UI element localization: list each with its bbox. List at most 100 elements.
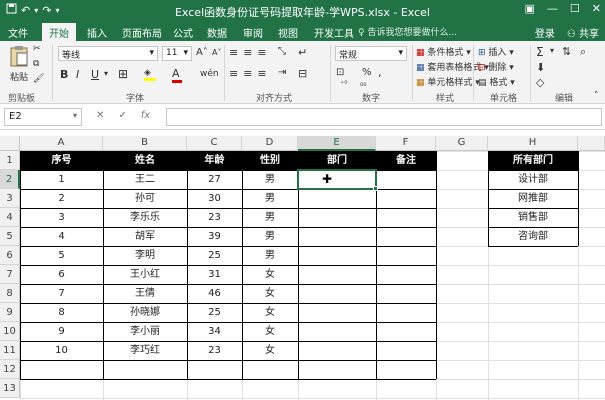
orientation-icon[interactable]: ⤡ (278, 46, 286, 57)
table-cell[interactable] (298, 265, 376, 284)
table-cell[interactable]: 女 (242, 303, 298, 322)
formula-input[interactable] (166, 108, 602, 126)
table-header-cell[interactable]: 年龄 (187, 151, 242, 170)
row-header-3[interactable]: 3 (0, 189, 20, 208)
column-header-h[interactable]: H (488, 136, 578, 151)
bold-button[interactable]: B (60, 68, 68, 81)
table-cell[interactable]: 8 (20, 303, 103, 322)
table-cell[interactable]: 女 (242, 322, 298, 341)
table-header-cell[interactable]: 序号 (20, 151, 103, 170)
table-cell[interactable]: 男 (242, 246, 298, 265)
tab-formulas[interactable]: 公式 (173, 25, 193, 40)
maximize-button[interactable]: ☐ (570, 2, 580, 15)
column-header-d[interactable]: D (242, 136, 298, 151)
tell-me-box[interactable]: ♀ 告诉我您想要做什么... (358, 25, 457, 38)
row-header-4[interactable]: 4 (0, 208, 20, 227)
table-cell[interactable] (376, 227, 436, 246)
increase-decimal-icon[interactable]: ⁺⁰ (340, 79, 347, 88)
table-cell[interactable]: 孙晓娜 (103, 303, 187, 322)
column-header-f[interactable]: F (376, 136, 436, 151)
table-cell[interactable] (376, 341, 436, 360)
font-size-combo[interactable]: 11 ▾ (162, 46, 192, 61)
department-item-cell[interactable]: 销售部 (488, 208, 578, 227)
select-all-corner[interactable] (0, 136, 20, 151)
horizontal-align-icons[interactable]: ≡≡≡ (229, 67, 272, 80)
vertical-align-icons[interactable]: ≡≡≡ (229, 46, 272, 59)
table-cell[interactable] (298, 208, 376, 227)
find-select-icon[interactable]: ⌕ (580, 45, 586, 59)
autosum-button[interactable]: Σ (536, 45, 544, 59)
table-cell[interactable]: 9 (20, 322, 103, 341)
tab-page-layout[interactable]: 页面布局 (122, 25, 162, 40)
table-cell[interactable]: 男 (242, 227, 298, 246)
table-cell[interactable]: 李乐乐 (103, 208, 187, 227)
row-header-2[interactable]: 2 (0, 170, 20, 189)
row-header-9[interactable]: 9 (0, 303, 20, 322)
department-item-cell[interactable]: 网推部 (488, 189, 578, 208)
table-cell[interactable] (298, 284, 376, 303)
table-cell[interactable]: 女 (242, 341, 298, 360)
table-cell[interactable]: 孙可 (103, 189, 187, 208)
row-header-6[interactable]: 6 (0, 246, 20, 265)
name-box[interactable]: E2 ▾ (4, 108, 82, 126)
autosum-dropdown-icon[interactable]: ▾ (550, 46, 554, 55)
table-cell[interactable]: 李巧红 (103, 341, 187, 360)
fill-color-button[interactable]: ◈ (144, 68, 156, 81)
delete-cells-button[interactable]: ⊟ 删除 ▾ (478, 60, 514, 73)
currency-icon[interactable]: ⊡ (336, 67, 344, 78)
table-cell[interactable]: 7 (20, 284, 103, 303)
table-cell[interactable]: 男 (242, 208, 298, 227)
row-header-11[interactable]: 11 (0, 341, 20, 360)
table-cell[interactable]: 23 (187, 208, 242, 227)
table-cell[interactable]: 31 (187, 265, 242, 284)
table-cell[interactable]: 女 (242, 284, 298, 303)
table-cell[interactable] (376, 284, 436, 303)
phonetic-button[interactable]: wén (200, 69, 219, 79)
table-cell[interactable] (376, 246, 436, 265)
minimize-button[interactable]: — (547, 2, 558, 15)
table-cell[interactable]: 5 (20, 246, 103, 265)
table-cell[interactable] (376, 303, 436, 322)
cut-icon[interactable]: ✂ (33, 44, 41, 54)
sort-filter-icon[interactable]: ⇅ (562, 45, 571, 58)
table-cell[interactable] (298, 189, 376, 208)
table-cell[interactable] (376, 170, 436, 189)
merge-center-icon[interactable]: ⊟ (298, 67, 307, 80)
column-header-c[interactable]: C (187, 136, 242, 151)
table-cell[interactable]: 23 (187, 341, 242, 360)
font-name-combo[interactable]: 等线 ▾ (58, 46, 158, 61)
insert-cells-button[interactable]: ⊞ 插入 ▾ (478, 45, 514, 58)
department-item-cell[interactable]: 咨询部 (488, 227, 578, 246)
insert-function-icon[interactable]: fx (141, 110, 150, 121)
tab-review[interactable]: 审阅 (243, 25, 263, 40)
table-cell[interactable]: 李明 (103, 246, 187, 265)
comma-style-button[interactable]: , (378, 66, 382, 79)
grow-font-button[interactable]: A˄ (196, 47, 208, 58)
fill-handle[interactable] (373, 186, 378, 191)
table-cell[interactable]: 10 (20, 341, 103, 360)
font-color-button[interactable]: A (172, 67, 182, 83)
table-cell[interactable]: 男 (242, 189, 298, 208)
table-cell[interactable]: 女 (242, 265, 298, 284)
table-cell[interactable]: 2 (20, 189, 103, 208)
table-cell[interactable]: 3 (20, 208, 103, 227)
row-header-13[interactable]: 13 (0, 379, 20, 398)
tab-insert[interactable]: 插入 (87, 25, 107, 40)
row-header-1[interactable]: 1 (0, 151, 20, 170)
login-link[interactable]: 登录 (535, 25, 555, 40)
table-cell[interactable]: 25 (187, 246, 242, 265)
copy-icon[interactable]: ⧉ (33, 59, 39, 69)
department-item-cell[interactable]: 设计部 (488, 170, 578, 189)
collapse-ribbon-icon[interactable]: ˄ (594, 91, 599, 101)
row-header-5[interactable]: 5 (0, 227, 20, 246)
close-button[interactable]: ✕ (592, 2, 601, 15)
underline-button[interactable]: U (91, 68, 99, 81)
underline-dropdown-icon[interactable]: ▾ (104, 69, 108, 78)
table-cell[interactable] (376, 322, 436, 341)
indent-icon[interactable]: ⇥ (278, 67, 286, 78)
column-header-b[interactable]: B (103, 136, 187, 151)
column-header-overflow[interactable] (578, 136, 605, 151)
table-header-cell[interactable]: 备注 (376, 151, 436, 170)
table-header-cell[interactable]: 部门 (298, 151, 376, 170)
table-cell[interactable] (376, 208, 436, 227)
